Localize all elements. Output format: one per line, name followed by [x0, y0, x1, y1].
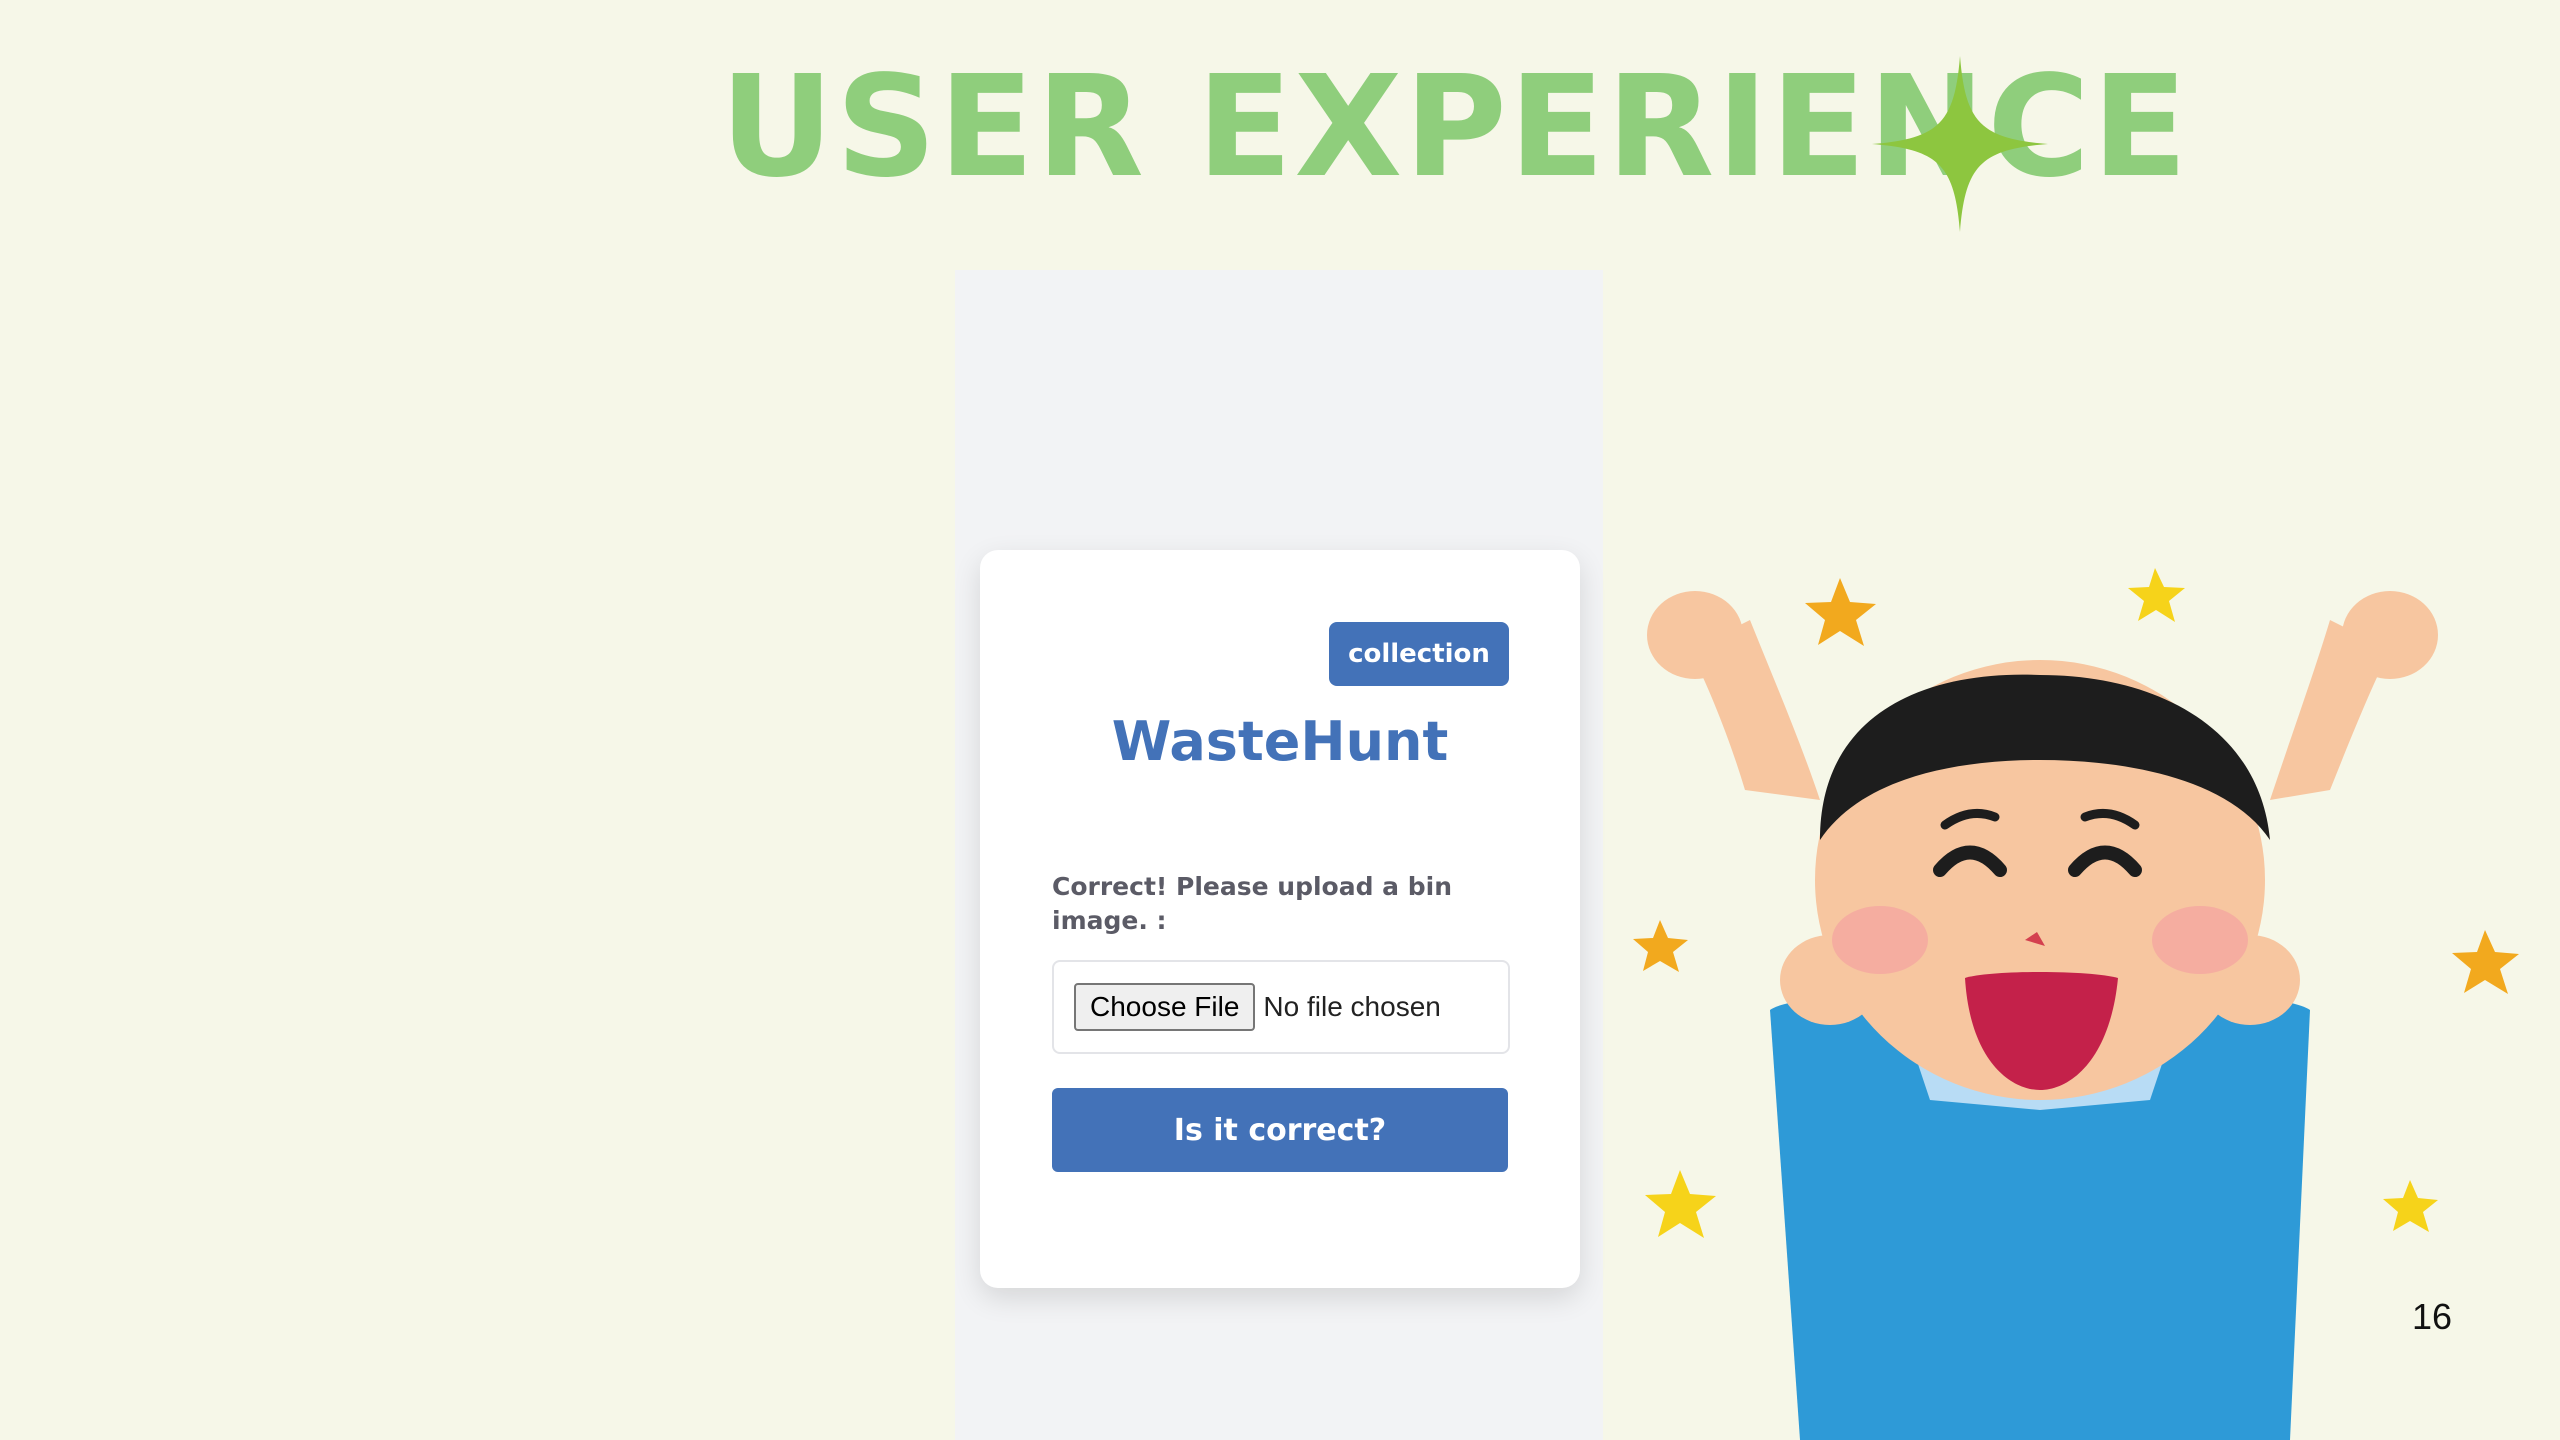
- choose-file-button[interactable]: Choose File: [1074, 983, 1256, 1031]
- file-input[interactable]: Choose File No file chosen: [1052, 960, 1510, 1054]
- celebrating-kid-illustration: [1633, 568, 2519, 1440]
- file-status: No file chosen: [1263, 991, 1441, 1022]
- upload-prompt: Correct! Please upload a bin image. :: [1052, 872, 1453, 935]
- app-title: WasteHunt: [1111, 710, 1449, 773]
- sparkle-icon: [1872, 56, 2048, 232]
- page-number: 16: [2412, 1296, 2453, 1337]
- upload-card: collection WasteHunt Correct! Please upl…: [980, 550, 1580, 1288]
- collection-button[interactable]: collection: [1329, 622, 1509, 686]
- check-button[interactable]: Is it correct?: [1052, 1088, 1508, 1172]
